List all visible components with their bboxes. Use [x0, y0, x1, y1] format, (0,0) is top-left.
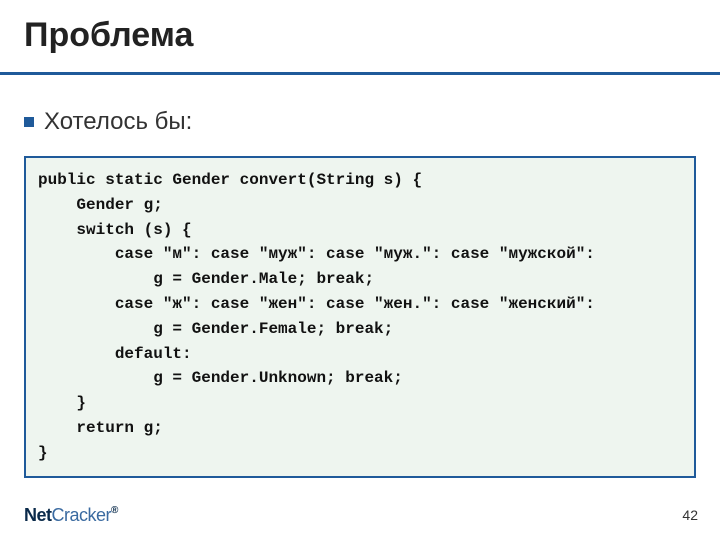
- bullet-item: Хотелось бы:: [24, 108, 192, 136]
- bullet-icon: [24, 117, 34, 127]
- page-number: 42: [682, 507, 698, 523]
- logo: NetCracker®: [24, 505, 118, 526]
- slide-title: Проблема: [24, 16, 193, 55]
- code-block: public static Gender convert(String s) {…: [24, 156, 696, 478]
- divider: [0, 72, 720, 75]
- bullet-text: Хотелось бы:: [44, 108, 192, 136]
- logo-strong: Net: [24, 505, 52, 525]
- slide: Проблема Хотелось бы: public static Gend…: [0, 0, 720, 540]
- logo-light: Cracker: [52, 505, 112, 525]
- footer: NetCracker® 42: [0, 500, 720, 530]
- logo-reg: ®: [111, 505, 118, 516]
